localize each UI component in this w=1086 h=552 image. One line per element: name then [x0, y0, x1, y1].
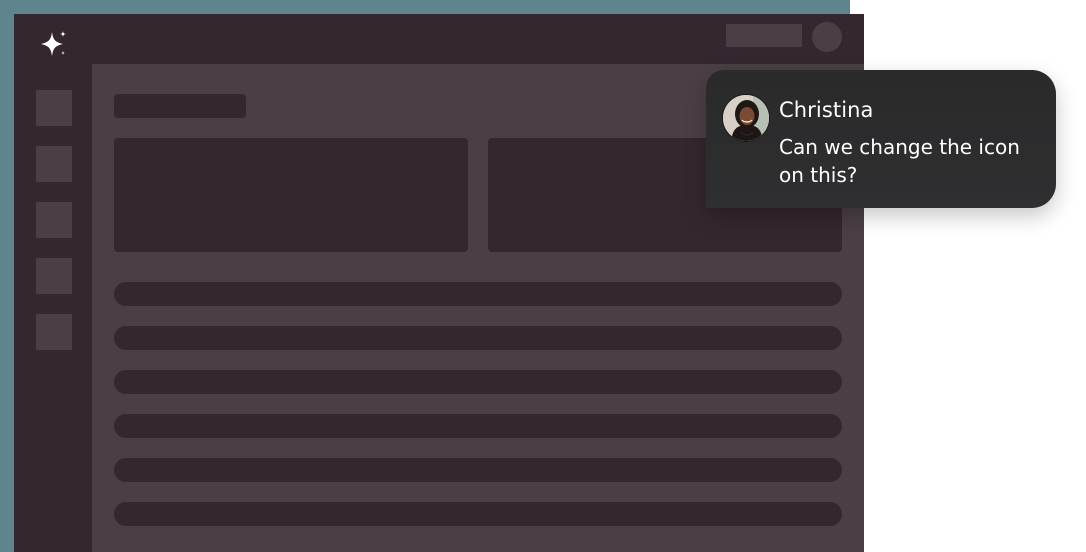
- sidebar-item-3[interactable]: [36, 202, 72, 238]
- list-row: [114, 326, 842, 350]
- top-bar: [14, 14, 864, 64]
- list-row: [114, 414, 842, 438]
- commenter-name: Christina: [779, 98, 874, 122]
- comment-message: Can we change the icon on this?: [779, 135, 1020, 187]
- content-card-1: [114, 138, 468, 252]
- list-row: [114, 458, 842, 482]
- comment-bubble[interactable]: Christina Can we change the icon on this…: [706, 70, 1056, 208]
- page-title-placeholder: [114, 94, 246, 118]
- sidebar-item-1[interactable]: [36, 90, 72, 126]
- sparkle-icon: [36, 28, 70, 64]
- list-row: [114, 502, 842, 526]
- list-row: [114, 282, 842, 306]
- profile-avatar[interactable]: [812, 22, 842, 52]
- list-row: [114, 370, 842, 394]
- header-action-button[interactable]: [726, 24, 802, 47]
- sidebar-item-2[interactable]: [36, 146, 72, 182]
- sidebar: [14, 64, 92, 552]
- commenter-avatar: [722, 94, 770, 142]
- sidebar-item-5[interactable]: [36, 314, 72, 350]
- sidebar-item-4[interactable]: [36, 258, 72, 294]
